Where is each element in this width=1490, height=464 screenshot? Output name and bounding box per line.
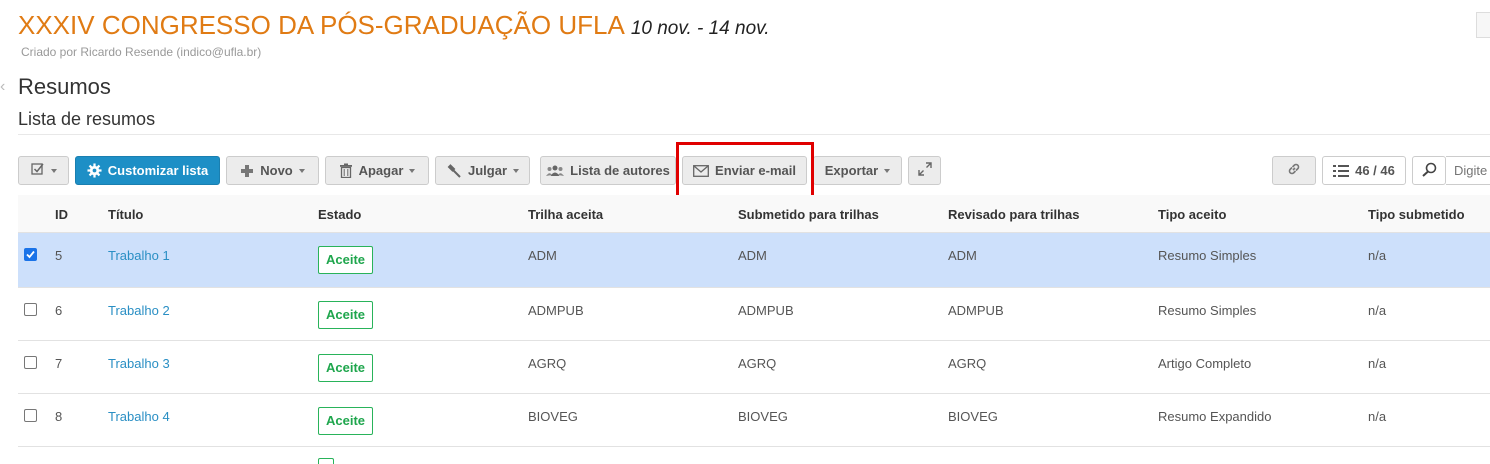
row-id: 7 [55,356,63,371]
judge-label: Julgar [467,163,507,178]
row-reviewed-tracks: ADMPUB [948,303,1004,318]
gavel-icon [446,163,462,179]
abstracts-table: ID Título Estado Trilha aceita Submetido… [18,195,1490,464]
result-count: 46 / 46 [1322,156,1406,185]
delete-button[interactable]: Apagar [325,156,429,185]
row-accepted-track: AGRQ [528,356,567,371]
row-accepted-type: Resumo Simples [1158,248,1257,263]
row-checkbox[interactable] [24,303,37,316]
row-checkbox[interactable] [24,356,37,369]
row-title-link[interactable]: Trabalho 2 [108,303,170,318]
row-id: 8 [55,409,63,424]
col-header-accepted-track[interactable]: Trilha aceita [528,207,603,222]
status-badge: Aceite [318,246,374,274]
divider [18,134,1490,135]
row-accepted-track: BIOVEG [528,409,578,424]
row-accepted-type: Resumo Expandido [1158,409,1272,424]
row-accepted-type: Resumo Simples [1158,303,1257,318]
judge-button[interactable]: Julgar [435,156,530,185]
col-header-id[interactable]: ID [55,207,68,222]
new-button[interactable]: Novo [226,156,319,185]
row-id: 6 [55,303,63,318]
authors-list-label: Lista de autores [570,163,670,178]
caret-down-icon [298,168,305,173]
users-icon [546,165,565,177]
row-reviewed-tracks: AGRQ [948,356,987,371]
email-highlight-frame [676,142,814,200]
col-header-submitted-tracks[interactable]: Submetido para trilhas [738,207,879,222]
section-title: Resumos [18,74,111,99]
list-icon [1333,164,1350,178]
checkbox-icon [30,162,45,179]
table-row[interactable]: 5 Trabalho 1 Aceite ADM ADM ADM Resumo S… [18,233,1490,288]
customize-list-label: Customizar lista [107,163,209,178]
top-right-control[interactable] [1476,12,1490,38]
row-id: 5 [55,248,63,263]
status-badge: Aceite [318,301,374,329]
result-count-label: 46 / 46 [1355,163,1395,178]
caret-down-icon [50,168,57,173]
row-accepted-type: Artigo Completo [1158,356,1252,371]
col-header-state[interactable]: Estado [318,207,361,222]
row-submitted-type: n/a [1368,303,1387,318]
created-by: Criado por Ricardo Resende (indico@ufla.… [21,45,262,59]
plus-icon [240,164,254,178]
page-subtitle: Lista de resumos [18,109,156,129]
link-icon [1286,161,1302,180]
status-badge: Aceite [318,354,374,382]
row-checkbox[interactable] [24,409,37,422]
row-reviewed-tracks: BIOVEG [948,409,998,424]
table-row[interactable]: 8 Trabalho 4 Aceite BIOVEG BIOVEG BIOVEG… [18,394,1490,447]
row-accepted-track: ADM [528,248,557,263]
col-header-submitted-type[interactable]: Tipo submetido [1368,207,1465,222]
row-submitted-tracks: BIOVEG [738,409,788,424]
status-badge: Aceite [318,407,374,435]
event-title-block: XXXIV CONGRESSO DA PÓS-GRADUAÇÃO UFLA 10 … [18,10,770,41]
row-reviewed-tracks: ADM [948,248,977,263]
table-row-partial [18,447,1490,464]
col-header-accepted-type[interactable]: Tipo aceito [1158,207,1226,222]
table-header: ID Título Estado Trilha aceita Submetido… [18,195,1490,233]
row-submitted-tracks: ADM [738,248,767,263]
row-submitted-type: n/a [1368,248,1387,263]
expand-icon [917,162,932,179]
table-row[interactable]: 7 Trabalho 3 Aceite AGRQ AGRQ AGRQ Artig… [18,341,1490,394]
status-badge-partial [318,458,334,464]
caret-down-icon [513,168,519,173]
caret-down-icon [884,168,891,173]
export-label: Exportar [824,163,879,178]
row-submitted-tracks: AGRQ [738,356,777,371]
event-title: XXXIV CONGRESSO DA PÓS-GRADUAÇÃO UFLA [18,10,625,40]
row-submitted-tracks: ADMPUB [738,303,794,318]
row-title-link[interactable]: Trabalho 3 [108,356,170,371]
search-icon [1421,162,1437,180]
event-dates: 10 nov. - 14 nov. [630,18,770,39]
trash-icon [339,163,353,178]
row-submitted-type: n/a [1368,409,1387,424]
search-button[interactable] [1412,156,1446,185]
search-input[interactable] [1446,156,1490,185]
authors-list-button[interactable]: Lista de autores [540,156,676,185]
back-chevron-icon[interactable]: ‹ [0,78,5,96]
row-accepted-track: ADMPUB [528,303,584,318]
col-header-reviewed-tracks[interactable]: Revisado para trilhas [948,207,1080,222]
delete-label: Apagar [358,163,404,178]
row-title-link[interactable]: Trabalho 4 [108,409,170,424]
table-row[interactable]: 6 Trabalho 2 Aceite ADMPUB ADMPUB ADMPUB… [18,288,1490,341]
col-header-title[interactable]: Título [108,207,143,222]
fullscreen-button[interactable] [908,156,941,185]
link-button[interactable] [1272,156,1316,185]
select-all-dropdown[interactable] [18,156,69,185]
row-submitted-type: n/a [1368,356,1387,371]
row-title-link[interactable]: Trabalho 1 [108,248,170,263]
customize-list-button[interactable]: Customizar lista [75,156,220,185]
gear-icon [87,163,102,178]
new-label: Novo [260,163,293,178]
caret-down-icon [409,168,416,173]
row-checkbox[interactable] [24,248,37,261]
export-button[interactable]: Exportar [813,156,902,185]
